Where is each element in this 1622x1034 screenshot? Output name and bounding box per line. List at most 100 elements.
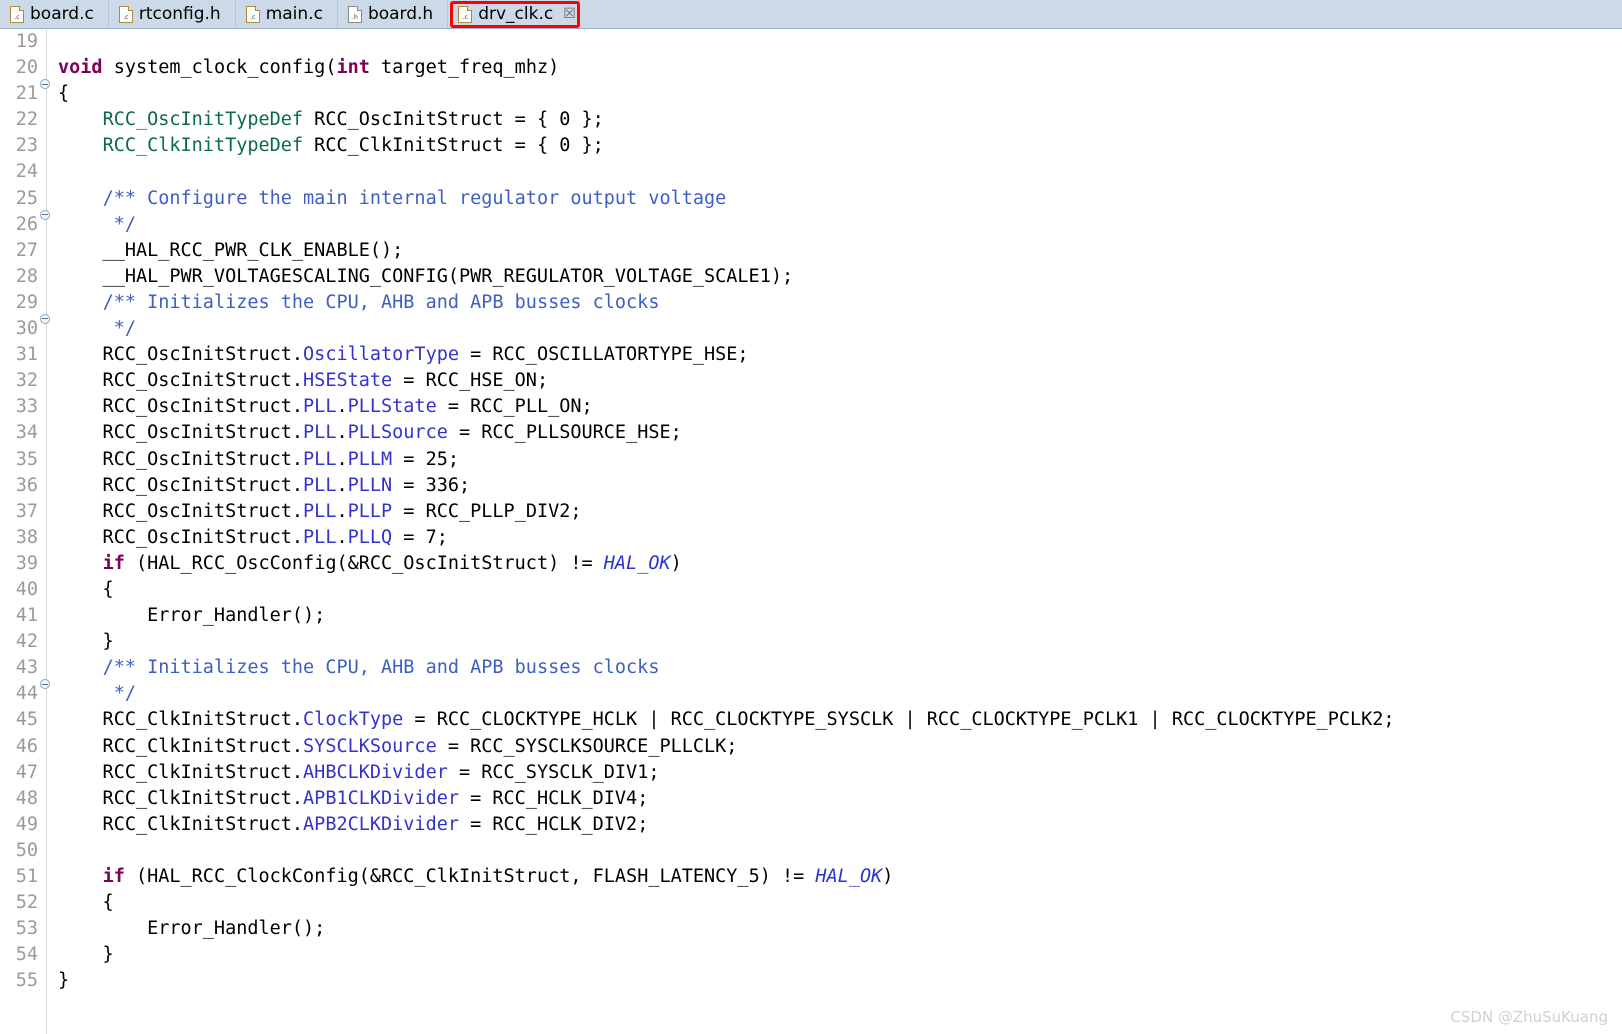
- code-token-p: [58, 135, 103, 156]
- code-line[interactable]: 44 */: [0, 681, 1622, 707]
- code-line[interactable]: 26 */: [0, 212, 1622, 238]
- code-line-text: RCC_ClkInitStruct.APB1CLKDivider = RCC_H…: [52, 786, 649, 812]
- code-token-mem: PLLP: [347, 500, 393, 522]
- code-line[interactable]: 48 RCC_ClkInitStruct.APB1CLKDivider = RC…: [0, 786, 1622, 812]
- code-line[interactable]: 54 }: [0, 942, 1622, 968]
- code-line-text: RCC_OscInitStruct.PLL.PLLP = RCC_PLLP_DI…: [52, 499, 582, 525]
- code-token-p: RCC_OscInitStruct.: [58, 474, 304, 496]
- code-token-mem: HSEState: [303, 370, 393, 392]
- code-token-p: = RCC_PLLSOURCE_HSE;: [447, 422, 682, 444]
- code-line[interactable]: 28 __HAL_PWR_VOLTAGESCALING_CONFIG(PWR_R…: [0, 264, 1622, 290]
- code-token-p: RCC_OscInitStruct = { 0 };: [303, 109, 604, 131]
- code-line[interactable]: 38 RCC_OscInitStruct.PLL.PLLQ = 7;: [0, 525, 1622, 551]
- line-number: 35: [15, 448, 38, 470]
- code-line-text: }: [52, 629, 114, 655]
- code-line[interactable]: 32 RCC_OscInitStruct.HSEState = RCC_HSE_…: [0, 368, 1622, 394]
- code-line[interactable]: 22 RCC_OscInitTypeDef RCC_OscInitStruct …: [0, 107, 1622, 133]
- file-icon-extension-label: .c: [14, 13, 20, 21]
- code-line[interactable]: 20 void system_clock_config(int target_fr…: [0, 55, 1622, 90]
- code-token-mem: SYSCLKSource: [303, 735, 437, 757]
- code-line[interactable]: 37 RCC_OscInitStruct.PLL.PLLP = RCC_PLLP…: [0, 499, 1622, 525]
- code-token-p: = RCC_HCLK_DIV2;: [458, 813, 649, 835]
- code-line[interactable]: 23 RCC_ClkInitTypeDef RCC_ClkInitStruct …: [0, 133, 1622, 159]
- line-number: 41: [15, 605, 38, 627]
- code-line[interactable]: 36 RCC_OscInitStruct.PLL.PLLN = 336;: [0, 473, 1622, 499]
- code-token-p: RCC_OscInitStruct.: [58, 500, 304, 522]
- editor-tab-drv-clk-c[interactable]: .c drv_clk.c ☒: [448, 0, 590, 28]
- code-token-p: = RCC_SYSCLK_DIV1;: [447, 761, 660, 783]
- file-icon-extension-label: .c: [462, 13, 468, 21]
- code-line[interactable]: 42 }: [0, 629, 1622, 655]
- code-line[interactable]: 39 if (HAL_RCC_OscConfig(&RCC_OscInitStr…: [0, 551, 1622, 577]
- code-token-p: [58, 292, 103, 313]
- code-token-p: RCC_ClkInitStruct.: [58, 787, 304, 809]
- code-line-text: */: [52, 681, 136, 707]
- code-line[interactable]: 29 /** Initializes the CPU, AHB and APB …: [0, 290, 1622, 324]
- code-editor-area[interactable]: 19 20 void system_clock_config(int target_…: [0, 29, 1622, 1034]
- code-line[interactable]: 30 */: [0, 316, 1622, 342]
- file-c-icon: .c: [118, 5, 133, 23]
- code-line[interactable]: 52 {: [0, 890, 1622, 916]
- code-line[interactable]: 43 /** Initializes the CPU, AHB and APB …: [0, 655, 1622, 690]
- code-line[interactable]: 41 Error_Handler();: [0, 603, 1622, 629]
- code-line-text: RCC_ClkInitStruct.AHBCLKDivider = RCC_SY…: [52, 760, 660, 786]
- code-line-text: }: [52, 968, 69, 994]
- code-line-text: {: [52, 890, 114, 916]
- code-token-mem: PLL: [303, 422, 337, 444]
- code-line[interactable]: 51 if (HAL_RCC_ClockConfig(&RCC_ClkInitS…: [0, 864, 1622, 890]
- code-line-text: void system_clock_config(int target_freq…: [52, 55, 559, 81]
- line-number: 20: [15, 57, 38, 79]
- code-line-text: RCC_OscInitStruct.PLL.PLLSource = RCC_PL…: [52, 420, 682, 446]
- code-token-mem: PLLSource: [347, 422, 448, 444]
- code-token-mem: OscillatorType: [303, 344, 459, 366]
- code-token-mem: PLLN: [347, 474, 393, 496]
- code-line[interactable]: 49 RCC_ClkInitStruct.APB2CLKDivider = RC…: [0, 812, 1622, 838]
- line-number: 22: [15, 109, 38, 131]
- code-line[interactable]: 50: [0, 838, 1622, 864]
- code-line[interactable]: 55}: [0, 968, 1622, 994]
- watermark-label: CSDN @ZhuSuKuang: [1450, 1008, 1608, 1026]
- code-token-p: .: [336, 526, 348, 548]
- code-token-p: [58, 318, 114, 339]
- code-line[interactable]: 24: [0, 159, 1622, 185]
- code-line[interactable]: 33 RCC_OscInitStruct.PLL.PLLState = RCC_…: [0, 394, 1622, 420]
- code-line[interactable]: 27 __HAL_RCC_PWR_CLK_ENABLE();: [0, 238, 1622, 264]
- code-line-text: */: [52, 212, 136, 238]
- editor-tab-rtconfig-h[interactable]: .c rtconfig.h: [108, 0, 236, 28]
- code-token-kw: if: [102, 866, 125, 887]
- code-line[interactable]: 35 RCC_OscInitStruct.PLL.PLLM = 25;: [0, 447, 1622, 473]
- code-line[interactable]: 53 Error_Handler();: [0, 916, 1622, 942]
- source-code-listing[interactable]: 19 20 void system_clock_config(int target_…: [0, 29, 1622, 994]
- code-token-p: .: [336, 474, 348, 496]
- code-token-p: {: [58, 578, 114, 600]
- code-token-p: Error_Handler();: [58, 605, 326, 627]
- code-line-text: RCC_ClkInitStruct.ClockType = RCC_CLOCKT…: [52, 707, 1395, 733]
- code-token-p: [58, 657, 103, 678]
- code-token-p: }: [58, 631, 114, 653]
- code-line-text: /** Initializes the CPU, AHB and APB bus…: [52, 655, 660, 681]
- code-line[interactable]: 31 RCC_OscInitStruct.OscillatorType = RC…: [0, 342, 1622, 368]
- code-line[interactable]: 40 {: [0, 577, 1622, 603]
- code-token-p: RCC_ClkInitStruct = { 0 };: [303, 135, 604, 157]
- close-icon[interactable]: ☒: [563, 7, 576, 21]
- editor-tab-board-c[interactable]: .c board.c: [0, 0, 109, 28]
- code-token-p: RCC_OscInitStruct.: [58, 526, 304, 548]
- code-line[interactable]: 25 /** Configure the main internal regul…: [0, 186, 1622, 220]
- code-line[interactable]: 21 {: [0, 81, 1622, 107]
- editor-tab-label: main.c: [265, 4, 323, 24]
- line-number: 51: [15, 866, 38, 887]
- code-line-text: /** Configure the main internal regulato…: [52, 186, 727, 212]
- code-line[interactable]: 47 RCC_ClkInitStruct.AHBCLKDivider = RCC…: [0, 760, 1622, 786]
- line-number: 53: [15, 918, 38, 940]
- code-line[interactable]: 19: [0, 29, 1622, 55]
- line-number: 45: [15, 709, 38, 731]
- code-line-text: }: [52, 942, 114, 968]
- code-line[interactable]: 46 RCC_ClkInitStruct.SYSCLKSource = RCC_…: [0, 734, 1622, 760]
- code-line[interactable]: 45 RCC_ClkInitStruct.ClockType = RCC_CLO…: [0, 707, 1622, 733]
- code-line[interactable]: 34 RCC_OscInitStruct.PLL.PLLSource = RCC…: [0, 420, 1622, 446]
- code-line-text: RCC_ClkInitTypeDef RCC_ClkInitStruct = {…: [52, 133, 604, 159]
- code-token-p: RCC_ClkInitStruct.: [58, 813, 304, 835]
- code-line-text: */: [52, 316, 136, 342]
- editor-tab-board-h[interactable]: .h board.h: [337, 0, 449, 28]
- editor-tab-main-c[interactable]: .c main.c: [235, 0, 338, 28]
